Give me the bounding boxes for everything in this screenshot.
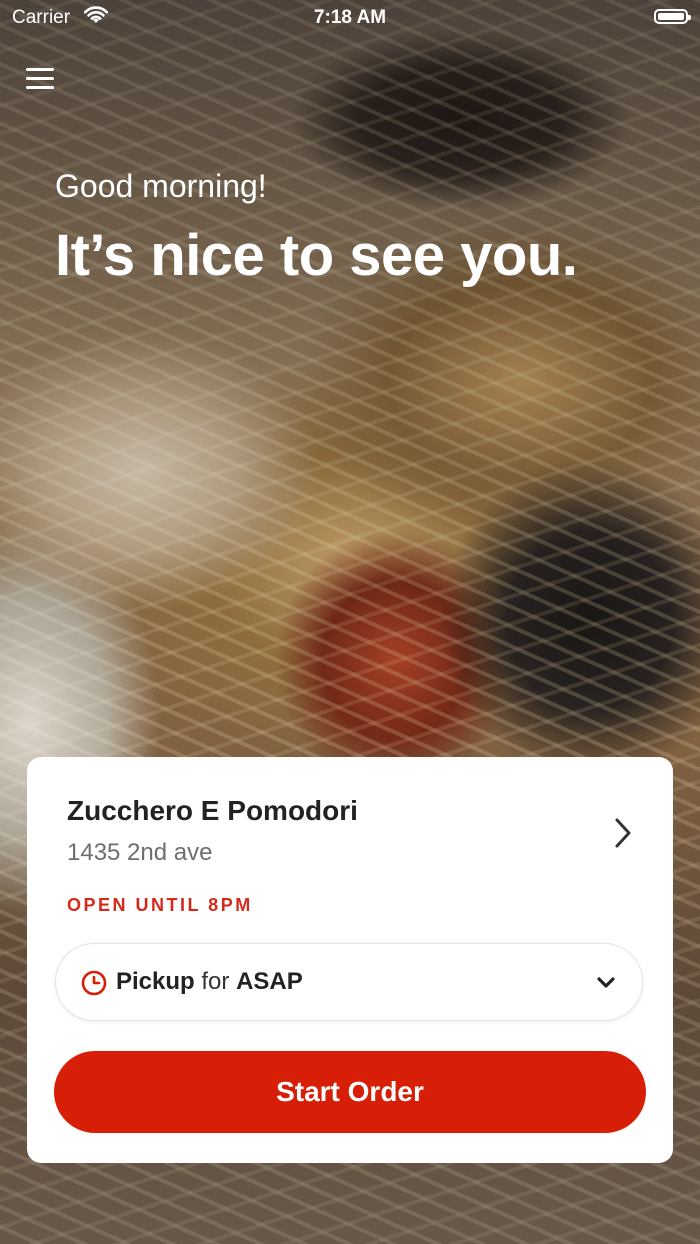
clock-icon <box>81 970 107 1001</box>
order-mode: Pickup <box>116 968 195 995</box>
greeting-text: Good morning! <box>55 168 267 204</box>
start-order-button[interactable]: Start Order <box>54 1051 646 1133</box>
order-time: ASAP <box>236 968 303 995</box>
store-select-row[interactable]: Zucchero E Pomodori 1435 2nd ave <box>67 795 643 875</box>
hamburger-menu-icon[interactable] <box>26 66 56 92</box>
status-bar: Carrier 7:18 AM <box>0 0 700 36</box>
store-address: 1435 2nd ave <box>67 839 213 866</box>
clock-time: 7:18 AM <box>313 7 387 28</box>
store-name: Zucchero E Pomodori <box>67 795 358 826</box>
order-connector: for <box>201 968 230 995</box>
battery-icon <box>654 9 691 24</box>
store-card: Zucchero E Pomodori 1435 2nd ave OPEN UN… <box>27 757 673 1163</box>
pickup-time-selector[interactable]: Pickup for ASAP <box>55 943 643 1021</box>
chevron-right-icon <box>613 817 633 854</box>
open-hours-status: OPEN UNTIL 8PM <box>67 895 253 915</box>
pickup-summary: Pickup for ASAP <box>116 968 303 996</box>
chevron-down-icon <box>596 976 616 995</box>
headline-text: It’s nice to see you. <box>55 223 578 288</box>
